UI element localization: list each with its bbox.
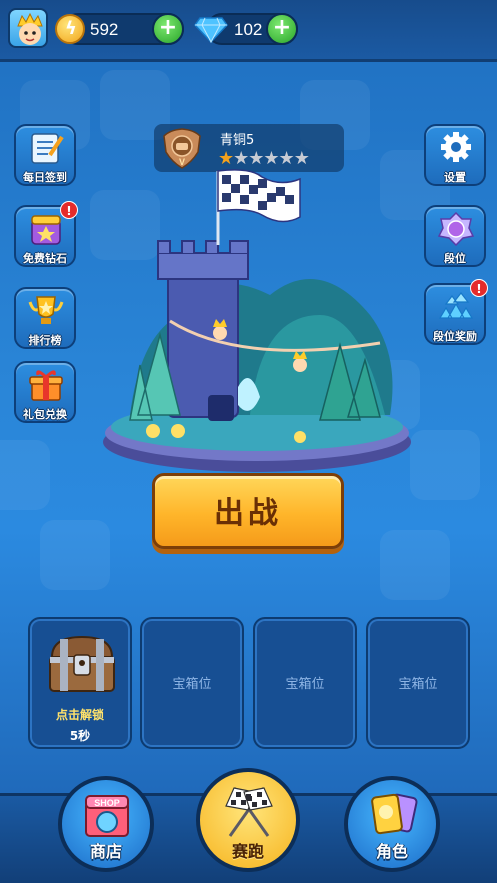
player-avatar[interactable] (8, 8, 48, 48)
nav-character[interactable]: 角色 (344, 776, 440, 872)
rank-button[interactable]: 段位 (424, 205, 486, 267)
chest-slot-2[interactable]: 宝箱位 (140, 617, 244, 749)
nav-race[interactable]: 赛跑 (196, 768, 300, 872)
chest-slot-1[interactable]: 点击解锁 5秒 (28, 617, 132, 749)
bronze-badge-icon: V (163, 128, 201, 169)
settings-label: 设置 (444, 171, 466, 184)
rank-emblem-icon (438, 212, 474, 246)
nav-shop[interactable]: SHOP 商店 (58, 776, 154, 872)
diamond-pile-icon (438, 292, 474, 319)
trophy-icon (28, 296, 64, 324)
empty-slot-label: 宝箱位 (172, 677, 212, 692)
rank-rewards-button[interactable]: ! 段位奖励 (424, 279, 488, 345)
daily-checkin-label: 每日签到 (23, 171, 67, 184)
shop-icon: SHOP (85, 795, 129, 837)
coin-value: 592 (90, 20, 119, 39)
checklist-icon (31, 133, 64, 164)
notification-badge: ! (470, 279, 488, 297)
leaderboard-button[interactable]: 排行榜 (14, 287, 76, 349)
add-gems-button[interactable]: + (266, 13, 298, 45)
empty-slot-label: 宝箱位 (285, 677, 325, 692)
rank-label: 段位 (444, 252, 466, 265)
unlock-time: 5秒 (69, 729, 91, 743)
add-coins-button[interactable]: + (152, 13, 184, 45)
nav-race-label: 赛跑 (231, 842, 264, 861)
chest-slot-3[interactable]: 宝箱位 (253, 617, 357, 749)
treasure-box-icon (31, 215, 61, 245)
diamond-icon (194, 17, 228, 44)
battle-button-label: 出战 (214, 496, 282, 531)
chest-slot-4[interactable]: 宝箱位 (366, 617, 470, 749)
unlock-text: 点击解锁 (55, 708, 104, 722)
empty-slot-label: 宝箱位 (398, 677, 438, 692)
free-diamonds-button[interactable]: ! 免费钻石 (14, 201, 78, 267)
rank-name: 青铜5 (220, 133, 255, 148)
notification-badge: ! (60, 201, 78, 219)
gem-value: 102 (234, 20, 263, 39)
game-screen: 592 + 102 + 每日签到 ! 免费钻石 (0, 0, 497, 883)
castle-island-illustration (103, 169, 411, 472)
coin-icon (55, 14, 85, 44)
settings-button[interactable]: 设置 (424, 124, 486, 186)
treasure-chest-icon (49, 635, 115, 692)
nav-shop-label: 商店 (89, 842, 122, 861)
shop-sign-text: SHOP (94, 798, 120, 808)
gift-redeem-button[interactable]: 礼包兑换 (14, 361, 76, 423)
free-diamonds-label: 免费钻石 (23, 252, 67, 265)
leaderboard-label: 排行榜 (28, 334, 62, 347)
daily-checkin-button[interactable]: 每日签到 (14, 124, 76, 186)
rank-rewards-label: 段位奖励 (433, 330, 477, 343)
nav-character-label: 角色 (375, 842, 408, 861)
top-bar: 592 + 102 + (0, 0, 497, 62)
battle-button[interactable]: 出战 (152, 473, 344, 549)
character-cards-icon (371, 793, 418, 835)
crossed-flags-icon (225, 787, 273, 837)
gift-redeem-label: 礼包兑换 (23, 408, 67, 421)
gift-icon (29, 370, 63, 401)
gear-icon (441, 132, 471, 162)
